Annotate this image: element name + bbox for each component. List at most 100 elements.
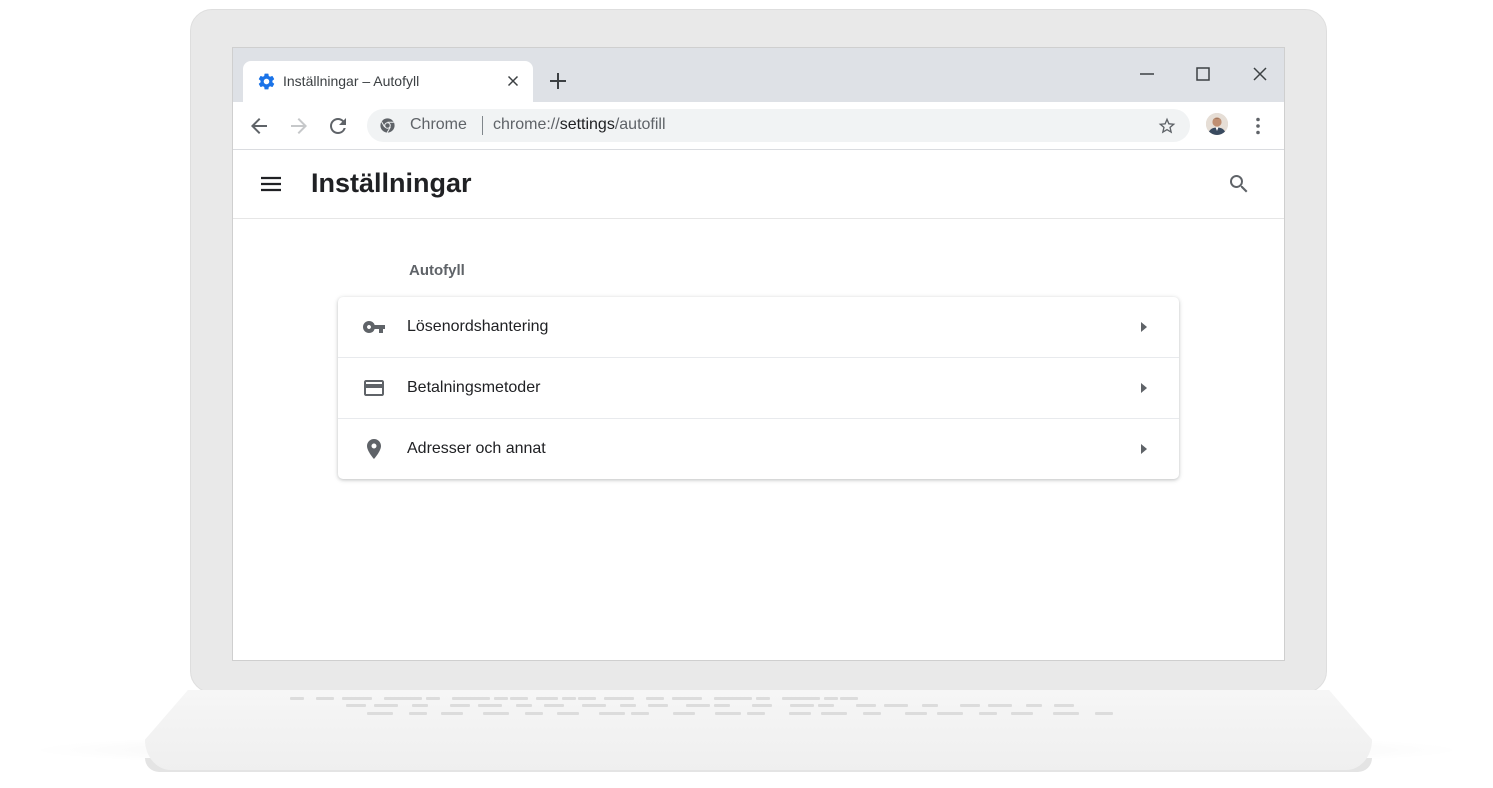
keyboard-key xyxy=(367,712,393,715)
autofill-item-addresses[interactable]: Adresser och annat xyxy=(338,418,1179,479)
keyboard-key xyxy=(468,697,490,700)
keyboard-key xyxy=(346,704,366,707)
keyboard-key xyxy=(374,704,398,707)
chrome-logo-icon xyxy=(380,118,395,133)
keyboard-key xyxy=(673,712,695,715)
autofill-item-payments[interactable]: Betalningsmetoder xyxy=(338,357,1179,418)
keyboard-key xyxy=(715,712,741,715)
keyboard-key xyxy=(730,697,752,700)
autofill-item-label: Betalningsmetoder xyxy=(407,379,541,396)
tab-strip: Inställningar – Autofyll xyxy=(233,48,1284,102)
hamburger-menu-icon[interactable] xyxy=(259,172,283,196)
section-title-autofill: Autofyll xyxy=(409,262,465,279)
url-prefix: chrome:// xyxy=(493,116,560,133)
keyboard-key xyxy=(824,697,838,700)
bookmark-star-icon[interactable] xyxy=(1157,116,1177,136)
autofill-item-label: Adresser och annat xyxy=(407,440,546,457)
keyboard-key xyxy=(648,704,668,707)
keyboard-key xyxy=(821,712,847,715)
minimize-icon[interactable] xyxy=(1137,64,1157,84)
keyboard-key xyxy=(290,697,304,700)
keyboard-key xyxy=(358,697,372,700)
laptop-keyboard xyxy=(270,693,1250,723)
keyboard-key xyxy=(544,704,564,707)
omnibox-origin-label: Chrome xyxy=(410,116,467,133)
settings-header: Inställningar xyxy=(233,150,1284,219)
keyboard-key xyxy=(510,697,528,700)
settings-gear-icon xyxy=(258,73,275,90)
browser-window: Inställningar – Autofyll Chrome chrome:/… xyxy=(232,47,1285,661)
tab-title: Inställningar – Autofyll xyxy=(283,73,420,89)
keyboard-key xyxy=(905,712,927,715)
keyboard-key xyxy=(818,704,834,707)
omnibox-url: chrome://settings/autofill xyxy=(493,116,666,134)
keyboard-key xyxy=(409,712,427,715)
close-icon[interactable] xyxy=(505,73,521,89)
search-icon[interactable] xyxy=(1227,172,1251,196)
keyboard-key xyxy=(620,704,636,707)
keyboard-key xyxy=(884,704,908,707)
keyboard-key xyxy=(937,712,963,715)
new-tab-plus-icon[interactable] xyxy=(547,70,569,92)
keyboard-key xyxy=(599,712,625,715)
keyboard-key xyxy=(578,697,596,700)
forward-arrow-icon[interactable] xyxy=(287,114,311,138)
keyboard-key xyxy=(1011,712,1033,715)
url-host: settings xyxy=(559,116,615,133)
keyboard-key xyxy=(582,704,606,707)
keyboard-key xyxy=(798,697,820,700)
keyboard-key xyxy=(441,712,463,715)
keyboard-key xyxy=(450,704,470,707)
keyboard-key xyxy=(426,697,440,700)
keyboard-key xyxy=(316,697,334,700)
close-window-icon[interactable] xyxy=(1250,64,1270,84)
keyboard-key xyxy=(686,704,710,707)
keyboard-key xyxy=(863,712,881,715)
url-path: /autofill xyxy=(614,116,666,133)
browser-toolbar: Chrome chrome://settings/autofill xyxy=(233,102,1284,150)
autofill-card: Lösenordshantering Betalningsmetoder Adr… xyxy=(338,297,1179,479)
autofill-item-passwords[interactable]: Lösenordshantering xyxy=(338,297,1179,357)
keyboard-key xyxy=(536,697,558,700)
arrow-right-icon xyxy=(1141,383,1147,393)
tab-settings-autofill[interactable]: Inställningar – Autofyll xyxy=(243,61,533,102)
keyboard-key xyxy=(525,712,543,715)
person-avatar-icon xyxy=(1206,113,1228,135)
keyboard-key xyxy=(494,697,508,700)
profile-avatar[interactable] xyxy=(1206,113,1228,135)
keyboard-key xyxy=(1053,712,1079,715)
keyboard-key xyxy=(1026,704,1042,707)
keyboard-key xyxy=(1095,712,1113,715)
back-arrow-icon[interactable] xyxy=(247,114,271,138)
page-title: Inställningar xyxy=(311,168,472,198)
location-pin-icon xyxy=(367,439,381,459)
keyboard-key xyxy=(960,704,980,707)
arrow-right-icon xyxy=(1141,322,1147,332)
maximize-icon[interactable] xyxy=(1193,64,1213,84)
keyboard-key xyxy=(922,704,938,707)
keyboard-key xyxy=(756,697,770,700)
keyboard-key xyxy=(840,697,858,700)
keyboard-key xyxy=(747,712,765,715)
keyboard-key xyxy=(714,704,730,707)
key-icon xyxy=(363,321,385,333)
keyboard-key xyxy=(516,704,532,707)
keyboard-key xyxy=(557,712,579,715)
keyboard-key xyxy=(562,697,576,700)
keyboard-key xyxy=(789,712,811,715)
autofill-item-label: Lösenordshantering xyxy=(407,318,549,335)
keyboard-key xyxy=(790,704,814,707)
keyboard-key xyxy=(620,697,634,700)
credit-card-icon xyxy=(364,380,384,396)
keyboard-key xyxy=(752,704,772,707)
omnibox[interactable]: Chrome chrome://settings/autofill xyxy=(367,109,1190,142)
arrow-right-icon xyxy=(1141,444,1147,454)
keyboard-key xyxy=(483,712,509,715)
more-vert-icon[interactable] xyxy=(1246,114,1270,138)
reload-icon[interactable] xyxy=(326,114,350,138)
keyboard-key xyxy=(979,712,997,715)
keyboard-key xyxy=(631,712,649,715)
keyboard-key xyxy=(478,704,502,707)
keyboard-key xyxy=(400,697,422,700)
keyboard-key xyxy=(1054,704,1074,707)
